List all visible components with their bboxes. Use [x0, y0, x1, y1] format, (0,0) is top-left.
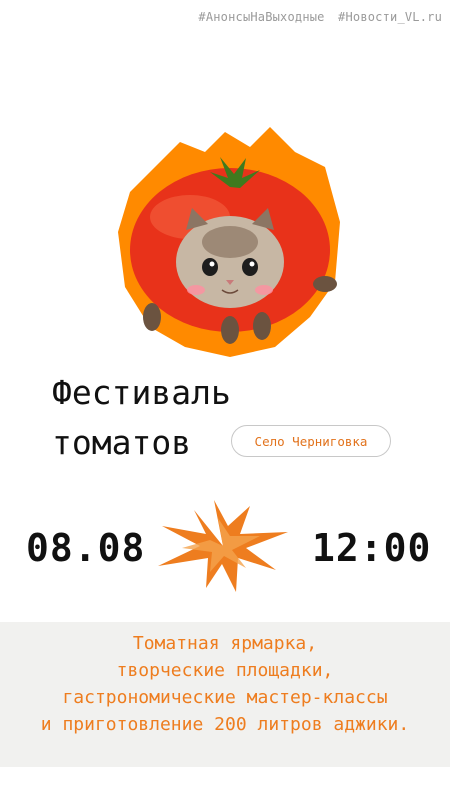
description-line-3: гастрономические мастер-классы — [62, 687, 388, 708]
description-line-4: и приготовление 200 литров аджики. — [40, 714, 410, 735]
page-title: Фестиваль томатов — [52, 368, 231, 468]
orange-star-splash-icon — [158, 500, 288, 592]
hashtag-anonsy[interactable]: #АнонсыНаВыходные — [198, 10, 324, 24]
description-line-2: творческие площадки, — [116, 660, 334, 681]
title-line-2: томатов — [52, 423, 192, 462]
hashtags: #АнонсыНаВыходные #Новости_VL.ru — [198, 10, 442, 24]
title-line-1: Фестиваль — [52, 373, 231, 412]
hashtag-novosti[interactable]: #Новости_VL.ru — [338, 10, 442, 24]
event-time: 12:00 — [312, 526, 432, 570]
event-date: 08.08 — [26, 526, 146, 570]
location-badge: Село Черниговка — [231, 425, 391, 457]
description-line-1: Томатная ярмарка, — [132, 633, 318, 654]
description-panel: Томатная ярмарка, творческие площадки, г… — [0, 622, 450, 767]
tomato-cat-illustration — [118, 127, 340, 357]
